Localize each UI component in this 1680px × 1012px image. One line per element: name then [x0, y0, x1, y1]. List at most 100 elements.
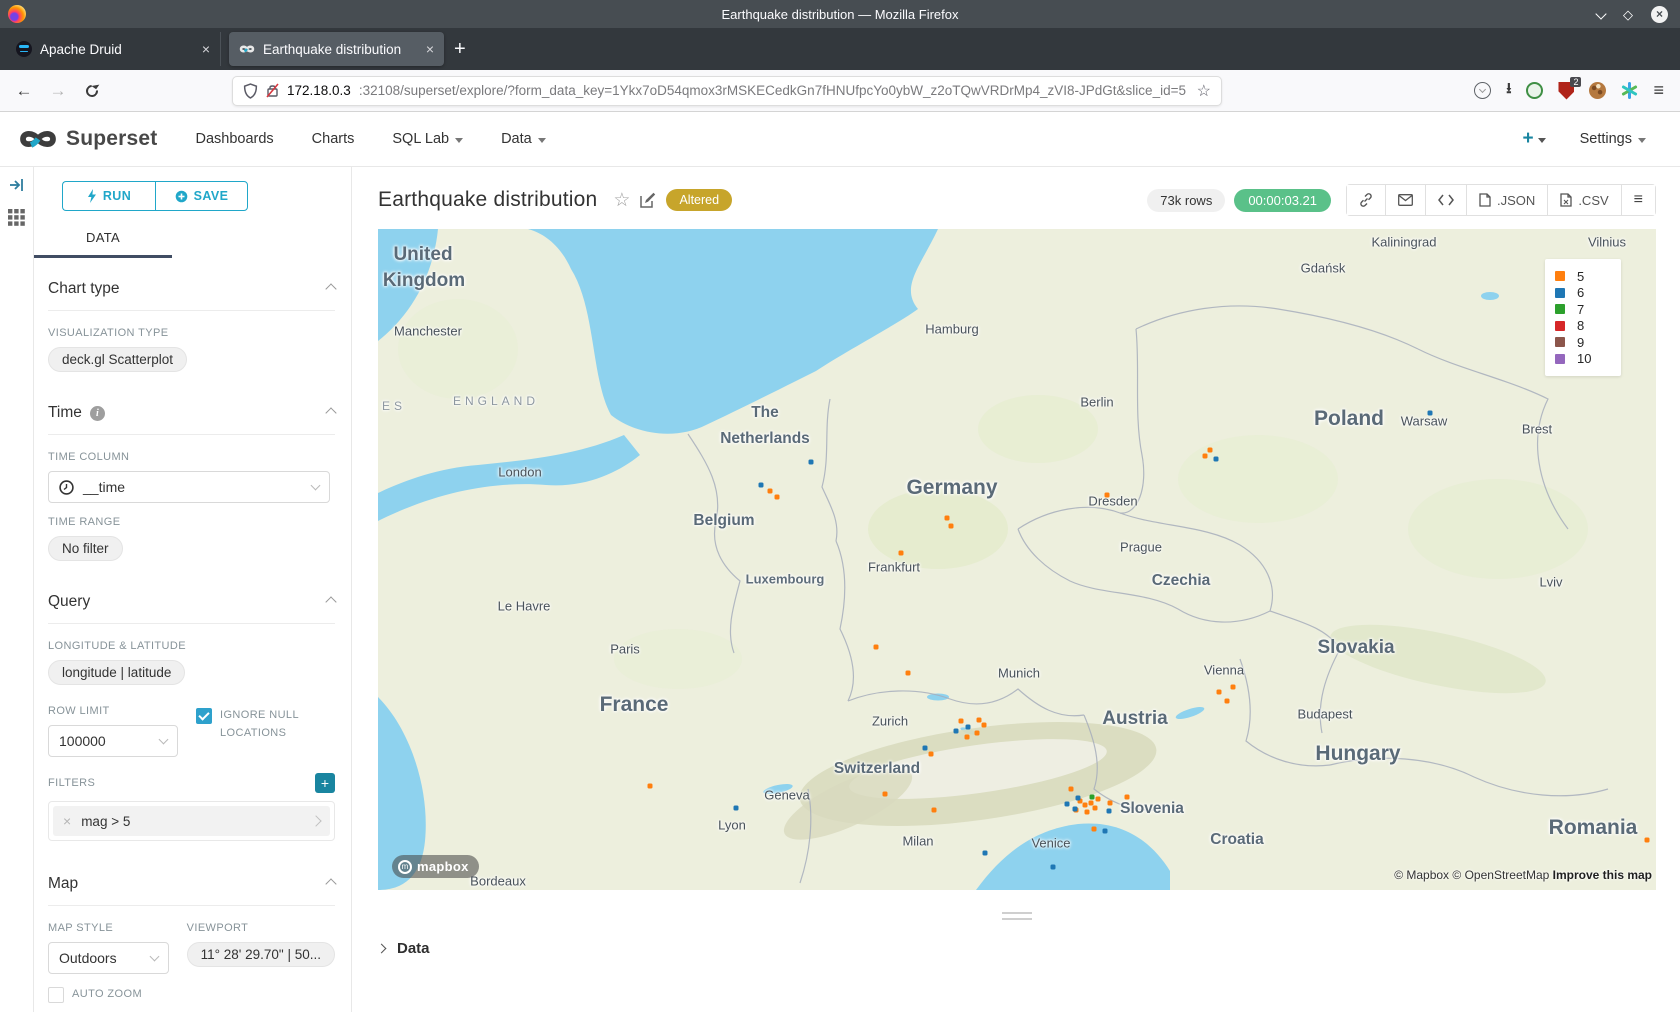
altered-badge[interactable]: Altered: [666, 189, 732, 211]
scatter-point: [1083, 803, 1088, 808]
email-icon: [1398, 194, 1413, 206]
legend-swatch: [1555, 337, 1565, 347]
map-label: Switzerland: [834, 760, 920, 778]
adblock-extension-icon[interactable]: 2: [1558, 82, 1574, 100]
downloads-icon[interactable]: ⭳: [1506, 78, 1511, 103]
viz-type-pill[interactable]: deck.gl Scatterplot: [48, 347, 187, 372]
pocket-icon[interactable]: [1474, 82, 1491, 99]
map-label: Brest: [1522, 422, 1552, 437]
legend-row: 6: [1555, 285, 1611, 302]
deckgl-map[interactable]: UnitedKingdomManchesterENGLANDESLondonTh…: [378, 229, 1656, 890]
legend-swatch: [1555, 321, 1565, 331]
new-tab-button[interactable]: +: [454, 38, 466, 61]
osm-attribution-link[interactable]: © OpenStreetMap: [1452, 868, 1549, 882]
favorite-star-icon[interactable]: ☆: [613, 189, 630, 212]
row-limit-select[interactable]: 100000: [48, 725, 178, 757]
copy-link-button[interactable]: [1347, 185, 1386, 215]
nav-data[interactable]: Data: [501, 131, 546, 147]
export-csv-button[interactable]: .CSV: [1548, 185, 1621, 215]
extension-asterisk-icon[interactable]: [1621, 82, 1638, 99]
window-titlebar: Earthquake distribution — Mozilla Firefo…: [0, 0, 1680, 28]
reload-button[interactable]: [78, 77, 106, 105]
chart-menu-button[interactable]: ≡: [1622, 185, 1655, 215]
export-json-button[interactable]: .JSON: [1467, 185, 1548, 215]
data-results-panel[interactable]: Data: [378, 940, 1656, 957]
scatter-point: [1076, 796, 1081, 801]
tracking-shield-icon[interactable]: [243, 83, 258, 99]
scatter-point: [932, 808, 937, 813]
viewport-pill[interactable]: 11° 28' 29.70" | 50...: [187, 942, 335, 967]
embed-code-button[interactable]: [1426, 185, 1467, 215]
map-style-select[interactable]: Outdoors: [48, 942, 169, 974]
time-column-select[interactable]: __time: [48, 471, 330, 503]
nav-sql-lab[interactable]: SQL Lab: [392, 131, 463, 147]
nav-dashboards[interactable]: Dashboards: [195, 131, 273, 147]
panel-resize-handle[interactable]: [1002, 912, 1032, 924]
superset-brand[interactable]: Superset: [18, 126, 157, 152]
scatter-point: [945, 516, 950, 521]
filter-pill[interactable]: × mag > 5: [53, 806, 330, 836]
json-file-icon: [1479, 193, 1491, 207]
map-label: Vilnius: [1588, 235, 1626, 250]
window-close-icon[interactable]: ×: [1651, 6, 1668, 23]
map-label: United: [393, 244, 452, 266]
tab-earthquake-distribution[interactable]: Earthquake distribution ×: [229, 32, 444, 66]
row-count-badge: 73k rows: [1147, 189, 1225, 212]
settings-menu[interactable]: Settings: [1580, 131, 1646, 147]
map-label: ES: [382, 399, 406, 413]
scatter-point: [1107, 809, 1112, 814]
dataset-grid-icon[interactable]: [8, 209, 25, 226]
tab-apache-druid[interactable]: Apache Druid ×: [6, 32, 221, 66]
nav-charts[interactable]: Charts: [312, 131, 355, 147]
map-label: Kingdom: [383, 270, 465, 292]
edit-pencil-icon[interactable]: [640, 192, 656, 208]
section-chart-type-header[interactable]: Chart type: [48, 280, 335, 311]
mapbox-attribution-link[interactable]: © Mapbox: [1394, 868, 1449, 882]
save-button[interactable]: SAVE: [155, 181, 248, 211]
scatter-point: [883, 792, 888, 797]
tab-close-icon[interactable]: ×: [202, 41, 210, 57]
ignore-null-checkbox[interactable]: [196, 708, 212, 724]
filters-label: FILTERS: [48, 777, 95, 789]
map-label: Dresden: [1088, 494, 1137, 509]
back-button[interactable]: ←: [10, 77, 38, 105]
scatter-point: [1203, 454, 1208, 459]
url-field[interactable]: 172.18.0.3:32108/superset/explore/?form_…: [232, 76, 1222, 106]
scatter-point: [1428, 411, 1433, 416]
caret-down-icon: [1638, 138, 1646, 143]
plus-circle-icon: [175, 190, 188, 203]
remove-filter-icon[interactable]: ×: [63, 813, 71, 829]
section-map-header[interactable]: Map: [48, 875, 335, 906]
caret-down-icon: [538, 138, 546, 143]
scatter-point: [648, 784, 653, 789]
email-button[interactable]: [1386, 185, 1426, 215]
bookmark-star-icon[interactable]: ☆: [1197, 81, 1211, 101]
new-item-button[interactable]: +: [1522, 128, 1545, 150]
time-column-label: TIME COLUMN: [48, 451, 335, 463]
add-filter-button[interactable]: +: [315, 773, 335, 793]
privacy-extension-icon[interactable]: [1526, 82, 1543, 99]
window-minimize-icon[interactable]: [1597, 5, 1605, 23]
tab-close-icon[interactable]: ×: [426, 41, 434, 57]
map-label: London: [498, 465, 541, 480]
cookie-extension-icon[interactable]: [1589, 82, 1606, 99]
browser-menu-icon[interactable]: ≡: [1653, 80, 1664, 101]
lonlat-pill[interactable]: longitude | latitude: [48, 660, 185, 685]
section-time-header[interactable]: Timei: [48, 404, 335, 435]
map-label: Milan: [902, 834, 933, 849]
scatter-point: [734, 806, 739, 811]
window-maximize-icon[interactable]: ◇: [1623, 8, 1633, 21]
expand-panel-icon[interactable]: [9, 177, 25, 193]
improve-map-link[interactable]: Improve this map: [1553, 868, 1652, 882]
time-range-pill[interactable]: No filter: [48, 536, 123, 561]
auto-zoom-checkbox[interactable]: [48, 987, 64, 1003]
scatter-point: [1645, 838, 1650, 843]
map-label: Lviv: [1539, 575, 1562, 590]
forward-button[interactable]: →: [44, 77, 72, 105]
section-map: Map MAP STYLE Outdoors VIEWPORT 11° 28' …: [48, 851, 335, 1012]
run-button[interactable]: RUN: [62, 181, 155, 211]
tab-data[interactable]: DATA: [34, 229, 172, 258]
insecure-lock-icon[interactable]: [266, 83, 279, 98]
section-query-header[interactable]: Query: [48, 593, 335, 624]
mapbox-logo[interactable]: m mapbox: [392, 855, 479, 878]
